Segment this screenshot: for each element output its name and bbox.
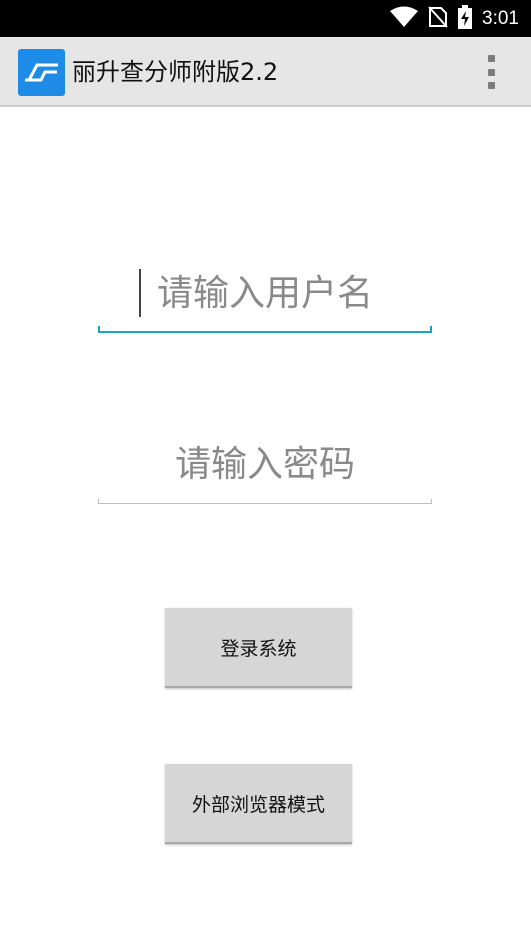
status-icons: 3:01: [390, 0, 519, 37]
app-bar: 丽升查分师附版2.2: [0, 37, 531, 107]
text-cursor: [139, 269, 141, 317]
app-title: 丽升查分师附版2.2: [72, 58, 279, 86]
overflow-dot: [487, 68, 495, 76]
wifi-icon: [390, 6, 419, 32]
username-input[interactable]: [98, 263, 432, 323]
external-browser-button[interactable]: 外部浏览器模式: [165, 764, 352, 844]
username-underline: [98, 326, 432, 333]
username-field[interactable]: [98, 263, 432, 333]
password-field[interactable]: [98, 434, 432, 504]
overflow-dot: [487, 55, 495, 62]
no-sim-icon: [428, 5, 448, 32]
status-bar: 3:01: [0, 0, 531, 37]
password-underline: [98, 499, 432, 504]
password-input[interactable]: [98, 434, 432, 494]
battery-charging-icon: [458, 4, 473, 33]
login-button[interactable]: 登录系统: [165, 608, 352, 688]
app-logo-icon: [18, 49, 65, 96]
overflow-menu-icon[interactable]: [481, 55, 501, 89]
status-time: 3:01: [482, 7, 519, 29]
overflow-dot: [487, 82, 495, 89]
